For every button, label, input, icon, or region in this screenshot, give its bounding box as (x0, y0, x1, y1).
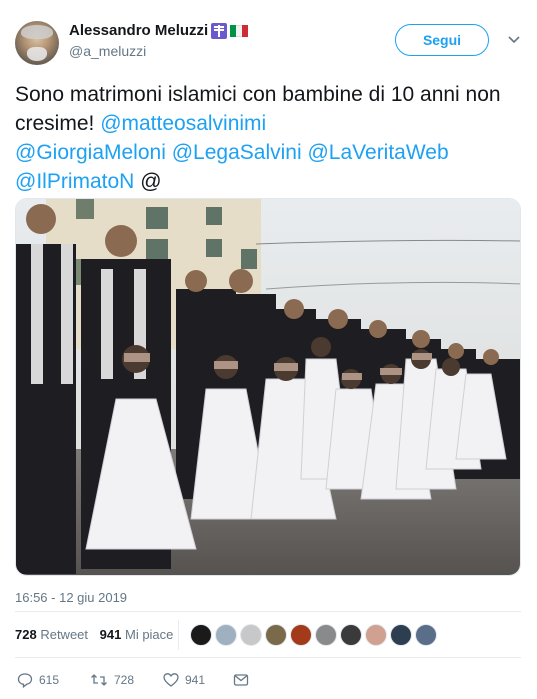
retweets-label[interactable]: Retweet (40, 627, 88, 642)
avatar[interactable] (15, 21, 59, 65)
liker-avatar[interactable] (265, 624, 287, 646)
timestamp[interactable]: 16:56 - 12 giu 2019 (15, 590, 127, 605)
likes-label[interactable]: Mi piace (125, 627, 173, 642)
liker-avatar[interactable] (290, 624, 312, 646)
mention-link[interactable]: @LaVeritaWeb (307, 141, 448, 164)
reply-icon (17, 673, 33, 688)
liker-avatar[interactable] (340, 624, 362, 646)
divider (15, 657, 521, 658)
retweet-count: 728 (114, 672, 135, 687)
orthodox-cross-icon (211, 22, 228, 39)
mention-link[interactable]: @LegaSalvini (172, 141, 302, 164)
mention-link[interactable]: @matteosalvinimi (100, 112, 266, 135)
display-name[interactable]: Alessandro Meluzzi (69, 22, 208, 39)
mention-link[interactable]: @IlPrimatoN (15, 170, 134, 193)
tweet-actions: 615 728 941 (15, 668, 525, 692)
retweet-button[interactable]: 728 (90, 668, 134, 690)
like-button[interactable]: 941 (163, 668, 205, 690)
divider (15, 611, 521, 612)
author-block[interactable]: Alessandro Meluzzi @a_meluzzi (69, 22, 249, 59)
retweets-count[interactable]: 728 (15, 627, 37, 642)
liker-avatar[interactable] (390, 624, 412, 646)
tweet-header: Alessandro Meluzzi @a_meluzzi Segui (15, 18, 525, 68)
liker-avatar[interactable] (315, 624, 337, 646)
reply-button[interactable]: 615 (17, 668, 59, 690)
handle[interactable]: @a_meluzzi (69, 43, 248, 59)
stat-divider (178, 620, 179, 650)
heart-icon (163, 672, 179, 687)
tweet-text: Sono matrimoni islamici con bambine di 1… (15, 80, 520, 196)
liker-avatar[interactable] (190, 624, 212, 646)
avatar-hair (21, 25, 53, 39)
engagement-stats: 728 Retweet 941 Mi piace (15, 627, 173, 642)
avatar-beard (27, 47, 47, 61)
liker-avatar[interactable] (240, 624, 262, 646)
liker-avatar[interactable] (365, 624, 387, 646)
follow-button[interactable]: Segui (395, 24, 489, 56)
likes-count[interactable]: 941 (100, 627, 122, 642)
liker-avatar[interactable] (215, 624, 237, 646)
liker-avatar[interactable] (415, 624, 437, 646)
reply-count: 615 (39, 672, 60, 687)
liker-avatars (190, 624, 440, 648)
italy-flag-icon (230, 24, 249, 37)
wedding-photo (16, 199, 520, 575)
like-count: 941 (185, 672, 206, 687)
retweet-icon (91, 673, 107, 686)
tweet-photo[interactable] (15, 198, 521, 576)
chevron-down-icon[interactable] (507, 32, 521, 46)
trailing-at: @ (140, 170, 162, 193)
mention-link[interactable]: @GiorgiaMeloni (15, 141, 166, 164)
direct-message-button[interactable] (233, 668, 249, 690)
envelope-icon (233, 674, 249, 686)
